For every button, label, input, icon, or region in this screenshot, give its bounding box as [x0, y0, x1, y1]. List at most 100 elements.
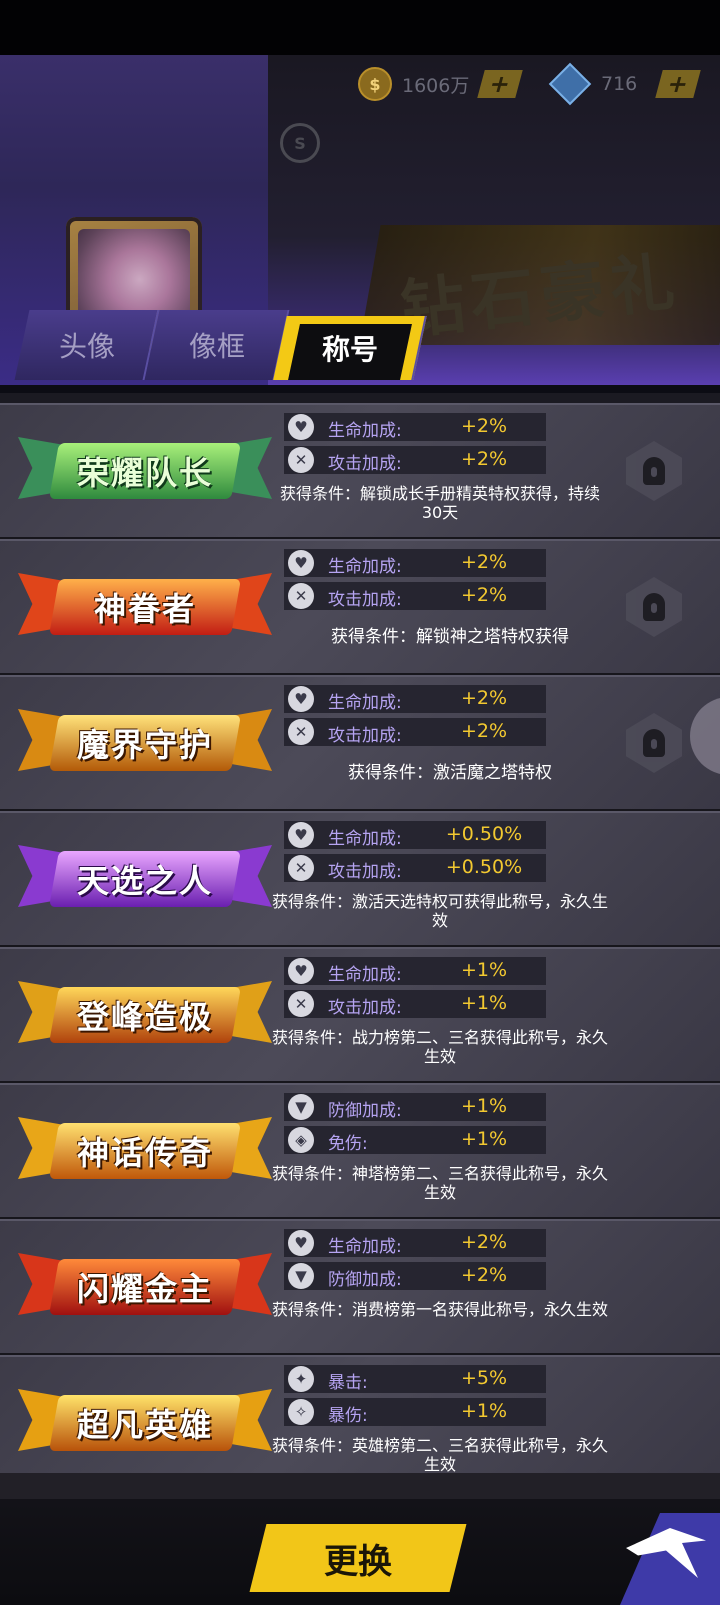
- title-list[interactable]: 荣耀队长 ♥ 生命加成: +2% ✕ 攻击加成: +2% 获得条件：解锁成长手册…: [0, 393, 720, 1491]
- damage-reduction-icon: ◈: [288, 1127, 314, 1153]
- tab-title-label: 称号: [321, 333, 378, 366]
- stat-row: ✕ 攻击加成: +2%: [284, 582, 546, 610]
- gem-amount: 716: [601, 73, 638, 95]
- unlock-condition: 获得条件：激活天选特权可获得此称号，永久生效: [271, 892, 608, 930]
- stat-value: +2%: [460, 687, 508, 709]
- title-name: 魔界守护: [76, 726, 213, 764]
- shield-icon: ▼: [288, 1094, 314, 1120]
- tab-avatar[interactable]: 头像: [14, 310, 160, 380]
- stat-value: +2%: [460, 415, 508, 437]
- stat-label: 攻击加成:: [328, 726, 402, 746]
- tab-avatar-label: 头像: [58, 330, 115, 363]
- lock-icon: [626, 441, 682, 501]
- change-button-label: 更换: [324, 1541, 392, 1582]
- critical-icon: ✦: [288, 1366, 314, 1392]
- critical-damage-icon: ✧: [288, 1399, 314, 1425]
- title-card[interactable]: 闪耀金主 ♥ 生命加成: +2% ▼ 防御加成: +2% 获得条件：消费榜第一名…: [0, 1219, 720, 1355]
- unlock-condition: 获得条件：神塔榜第二、三名获得此称号，永久生效: [271, 1164, 608, 1202]
- crossed-swords-icon: ✕: [288, 991, 314, 1017]
- unlock-condition: 获得条件：英雄榜第二、三名获得此称号，永久生效: [271, 1436, 608, 1474]
- title-badge: 神话传奇: [14, 1103, 276, 1199]
- change-button[interactable]: 更换: [249, 1524, 467, 1592]
- crossed-swords-icon: ✕: [288, 719, 314, 745]
- stat-row: ♥ 生命加成: +0.50%: [284, 821, 546, 849]
- stat-label: 攻击加成:: [328, 862, 402, 882]
- stat-value: +2%: [460, 1231, 508, 1253]
- stat-value: +2%: [460, 1264, 508, 1286]
- stat-row: ♥ 生命加成: +2%: [284, 413, 546, 441]
- add-coins-button[interactable]: +: [477, 70, 524, 98]
- stat-label: 攻击加成:: [328, 454, 402, 474]
- unlock-condition: 获得条件：消费榜第一名获得此称号，永久生效: [271, 1300, 608, 1319]
- stat-label: 免伤:: [328, 1134, 368, 1154]
- lock-icon: [626, 713, 682, 773]
- title-card[interactable]: 神眷者 ♥ 生命加成: +2% ✕ 攻击加成: +2% 获得条件：解锁神之塔特权…: [0, 539, 720, 675]
- add-gems-button[interactable]: +: [655, 70, 702, 98]
- shield-icon: ▼: [288, 1263, 314, 1289]
- title-badge: 神眷者: [14, 559, 276, 655]
- stat-row: ✧ 暴伤: +1%: [284, 1398, 546, 1426]
- lock-icon: [626, 577, 682, 637]
- stat-row: ▼ 防御加成: +2%: [284, 1262, 546, 1290]
- stat-label: 生命加成:: [328, 965, 402, 985]
- stat-row: ✕ 攻击加成: +2%: [284, 446, 546, 474]
- tab-frame-label: 像框: [188, 330, 245, 363]
- title-card[interactable]: 神话传奇 ▼ 防御加成: +1% ◈ 免伤: +1% 获得条件：神塔榜第二、三名…: [0, 1083, 720, 1219]
- stat-label: 生命加成:: [328, 421, 402, 441]
- gem-icon: [548, 62, 592, 106]
- stat-row: ▼ 防御加成: +1%: [284, 1093, 546, 1121]
- unlock-condition: 获得条件：战力榜第二、三名获得此称号，永久生效: [271, 1028, 608, 1066]
- gem-display: 716 +: [548, 62, 702, 106]
- unlock-condition: 获得条件：激活魔之塔特权: [348, 763, 552, 783]
- stat-label: 攻击加成:: [328, 590, 402, 610]
- title-card[interactable]: 超凡英雄 ✦ 暴击: +5% ✧ 暴伤: +1% 获得条件：英雄榜第二、三名获得…: [0, 1355, 720, 1491]
- title-badge: 闪耀金主: [14, 1239, 276, 1335]
- stat-row: ◈ 免伤: +1%: [284, 1126, 546, 1154]
- title-card[interactable]: 荣耀队长 ♥ 生命加成: +2% ✕ 攻击加成: +2% 获得条件：解锁成长手册…: [0, 403, 720, 539]
- stat-value: +0.50%: [445, 823, 523, 845]
- stat-row: ✕ 攻击加成: +0.50%: [284, 854, 546, 882]
- stat-row: ✦ 暴击: +5%: [284, 1365, 546, 1393]
- status-bar-area: [0, 0, 720, 55]
- title-card[interactable]: 魔界守护 ♥ 生命加成: +2% ✕ 攻击加成: +2% 获得条件：激活魔之塔特…: [0, 675, 720, 811]
- stat-value: +2%: [460, 720, 508, 742]
- shield-heart-icon: ♥: [288, 822, 314, 848]
- shield-heart-icon: ♥: [288, 414, 314, 440]
- stat-value: +0.50%: [445, 856, 523, 878]
- coin-amount: 1606万: [402, 74, 470, 97]
- crossed-swords-icon: ✕: [288, 583, 314, 609]
- title-badge: 登峰造极: [14, 967, 276, 1063]
- tab-title[interactable]: 称号: [273, 316, 427, 380]
- stat-value: +1%: [460, 1095, 508, 1117]
- title-name: 闪耀金主: [76, 1270, 213, 1308]
- title-badge: 超凡英雄: [14, 1375, 276, 1471]
- title-badge: 天选之人: [14, 831, 276, 927]
- shield-heart-icon: ♥: [288, 686, 314, 712]
- unlock-condition: 获得条件：解锁成长手册精英特权获得，持续30天: [279, 484, 600, 522]
- tab-frame[interactable]: 像框: [144, 310, 290, 380]
- title-name: 神话传奇: [76, 1134, 213, 1172]
- stat-label: 攻击加成:: [328, 998, 402, 1018]
- stat-label: 生命加成:: [328, 557, 402, 577]
- coin-display: $ 1606万 +: [358, 67, 524, 101]
- shield-heart-icon: ♥: [288, 550, 314, 576]
- stat-value: +1%: [460, 1128, 508, 1150]
- back-button[interactable]: [620, 1513, 720, 1605]
- stat-row: ♥ 生命加成: +2%: [284, 549, 546, 577]
- stat-value: +1%: [460, 992, 508, 1014]
- title-badge: 魔界守护: [14, 695, 276, 791]
- unlock-condition: 获得条件：解锁神之塔特权获得: [331, 627, 569, 647]
- title-card[interactable]: 登峰造极 ♥ 生命加成: +1% ✕ 攻击加成: +1% 获得条件：战力榜第二、…: [0, 947, 720, 1083]
- title-card[interactable]: 天选之人 ♥ 生命加成: +0.50% ✕ 攻击加成: +0.50% 获得条件：…: [0, 811, 720, 947]
- stat-label: 防御加成:: [328, 1270, 402, 1290]
- stat-value: +2%: [460, 448, 508, 470]
- title-name: 天选之人: [76, 862, 213, 900]
- crossed-swords-icon: ✕: [288, 855, 314, 881]
- title-name: 神眷者: [93, 590, 196, 628]
- title-badge: 荣耀队长: [14, 423, 276, 519]
- stat-row: ♥ 生命加成: +2%: [284, 685, 546, 713]
- side-scroll-handle[interactable]: [690, 697, 720, 775]
- stat-value: +1%: [460, 959, 508, 981]
- stat-label: 暴击:: [328, 1373, 368, 1393]
- footer-bar: 更换: [0, 1473, 720, 1605]
